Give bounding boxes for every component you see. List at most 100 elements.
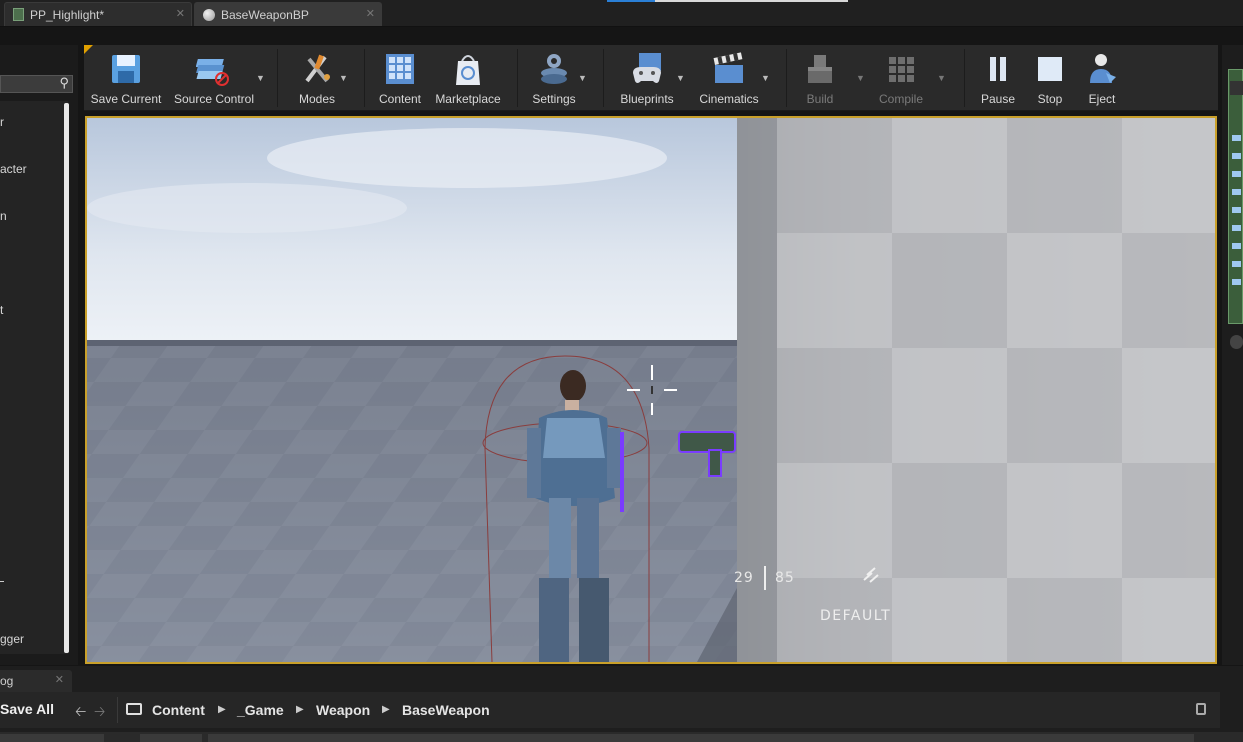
button-label: Content (378, 92, 422, 106)
folder-icon (126, 703, 142, 715)
button-label: Marketplace (435, 92, 501, 106)
toolbar-separator (277, 49, 278, 107)
stop-button[interactable]: Stop (1030, 45, 1070, 111)
right-search-input[interactable] (1230, 81, 1243, 95)
chevron-down-icon[interactable]: ▼ (578, 73, 587, 83)
path-bar: Save All 🡠 🡢 Content ▶ _Game ▶ Weapon ▶ … (0, 692, 1220, 728)
info-icon[interactable] (1230, 335, 1243, 349)
button-label: Cinematics (699, 92, 759, 106)
toolbar-separator (964, 49, 965, 107)
visibility-eye-icon[interactable] (1232, 135, 1241, 295)
button-label: Eject (1088, 92, 1116, 106)
window-highlight-white (655, 0, 848, 2)
tab-pp-highlight[interactable]: PP_Highlight* ✕ (4, 2, 192, 26)
toolbar-separator (517, 49, 518, 107)
button-label: Modes (298, 92, 336, 106)
clapperboard-icon (711, 51, 747, 87)
breadcrumb-baseweapon[interactable]: BaseWeapon (402, 702, 490, 718)
close-icon[interactable]: ✕ (176, 7, 185, 20)
button-label: Settings (532, 92, 576, 106)
chevron-down-icon[interactable]: ▼ (856, 73, 865, 83)
modes-button[interactable]: Modes (289, 45, 345, 111)
chevron-down-icon[interactable]: ▼ (937, 73, 946, 83)
list-item[interactable]: t (0, 303, 3, 317)
list-item[interactable]: acter (0, 162, 27, 176)
chevron-down-icon[interactable]: ▼ (761, 73, 770, 83)
chevron-down-icon[interactable]: ▼ (256, 73, 265, 83)
window-highlight-blue (607, 0, 655, 2)
lock-icon[interactable] (1196, 703, 1206, 715)
chevron-right-icon[interactable]: ▶ (218, 704, 226, 715)
content-browser: og ✕ Save All 🡠 🡢 Content ▶ _Game ▶ Weap… (0, 666, 1243, 742)
blueprints-button[interactable]: Blueprints (615, 45, 679, 111)
settings-button[interactable]: Settings (528, 45, 580, 111)
content-button[interactable]: Content (375, 45, 425, 111)
floppy-disk-icon (108, 51, 144, 87)
chevron-down-icon[interactable]: ▼ (339, 73, 348, 83)
right-panel (1222, 45, 1243, 665)
save-all-button[interactable]: Save All (0, 701, 54, 717)
button-label: Compile (878, 92, 923, 106)
filter-strip (0, 732, 1243, 742)
chevron-right-icon[interactable]: ▶ (296, 704, 304, 715)
sources-search-input[interactable] (0, 734, 104, 742)
toolbar-separator (603, 49, 604, 107)
toolbar-separator (786, 49, 787, 107)
chevron-down-icon[interactable]: ▼ (676, 73, 685, 83)
document-tab-bar: PP_Highlight* ✕ BaseWeaponBP ✕ (0, 0, 1243, 27)
marketplace-button[interactable]: Marketplace (433, 45, 503, 111)
breadcrumb-game[interactable]: _Game (237, 702, 284, 718)
toolbar-separator (364, 49, 365, 107)
left-scrollbar[interactable] (64, 103, 69, 653)
filters-button[interactable] (140, 734, 202, 742)
button-label: Save Current (90, 92, 162, 106)
left-search-input[interactable]: ⚲ (0, 75, 73, 93)
settings-gears-icon (536, 51, 572, 87)
list-item[interactable]: n (0, 209, 7, 223)
eject-person-icon (1084, 51, 1120, 87)
source-control-icon (195, 51, 232, 87)
button-label: Stop (1037, 92, 1063, 106)
close-icon[interactable]: ✕ (366, 7, 375, 20)
divider (117, 697, 118, 723)
stop-icon (1032, 51, 1068, 87)
tab-baseweaponbp[interactable]: BaseWeaponBP ✕ (194, 2, 382, 26)
button-label: Blueprints (620, 92, 674, 106)
forward-arrow-icon[interactable]: 🡢 (94, 701, 105, 725)
list-item[interactable] (0, 581, 4, 582)
back-arrow-icon[interactable]: 🡠 (75, 701, 86, 725)
blueprints-gamepad-icon (629, 51, 665, 87)
content-grid-icon (382, 51, 418, 87)
pause-icon (980, 51, 1016, 87)
asset-search-input[interactable] (208, 734, 1194, 742)
cinematics-button[interactable]: Cinematics (694, 45, 764, 111)
breadcrumb-content[interactable]: Content (152, 702, 205, 718)
hud-fire-mode: DEFAULT (820, 608, 892, 624)
breadcrumb-weapon[interactable]: Weapon (316, 702, 370, 718)
list-item[interactable]: gger (0, 632, 24, 646)
left-panel: ⚲ r acter n t gger (0, 45, 78, 665)
eject-button[interactable]: Eject (1082, 45, 1122, 111)
tab-output-log[interactable]: og ✕ (0, 670, 72, 692)
list-item[interactable]: r (0, 115, 4, 129)
button-label: Pause (980, 92, 1016, 106)
play-in-editor-viewport[interactable]: 29 85 DEFAULT (85, 116, 1217, 664)
material-doc-icon (13, 8, 24, 21)
pause-button[interactable]: Pause (978, 45, 1018, 111)
level-editor-toolbar: Save Current Source Control ▼ Modes ▼ Co… (84, 45, 1218, 111)
chevron-right-icon[interactable]: ▶ (382, 704, 390, 715)
marketplace-bag-icon (450, 51, 486, 87)
tab-label: og (0, 674, 14, 688)
save-current-button[interactable]: Save Current (90, 45, 162, 111)
toolbar-corner-marker (84, 45, 93, 54)
compile-cube-icon (883, 51, 919, 87)
source-control-button[interactable]: Source Control (172, 45, 256, 111)
build-button[interactable]: Build (798, 45, 842, 111)
search-icon: ⚲ (59, 75, 69, 90)
close-icon[interactable]: ✕ (55, 673, 64, 686)
tab-label: PP_Highlight* (30, 7, 105, 22)
left-list (0, 101, 68, 654)
tab-label: BaseWeaponBP (221, 7, 309, 22)
compile-button[interactable]: Compile (874, 45, 928, 111)
hud-ammo-clip: 29 (734, 570, 754, 586)
